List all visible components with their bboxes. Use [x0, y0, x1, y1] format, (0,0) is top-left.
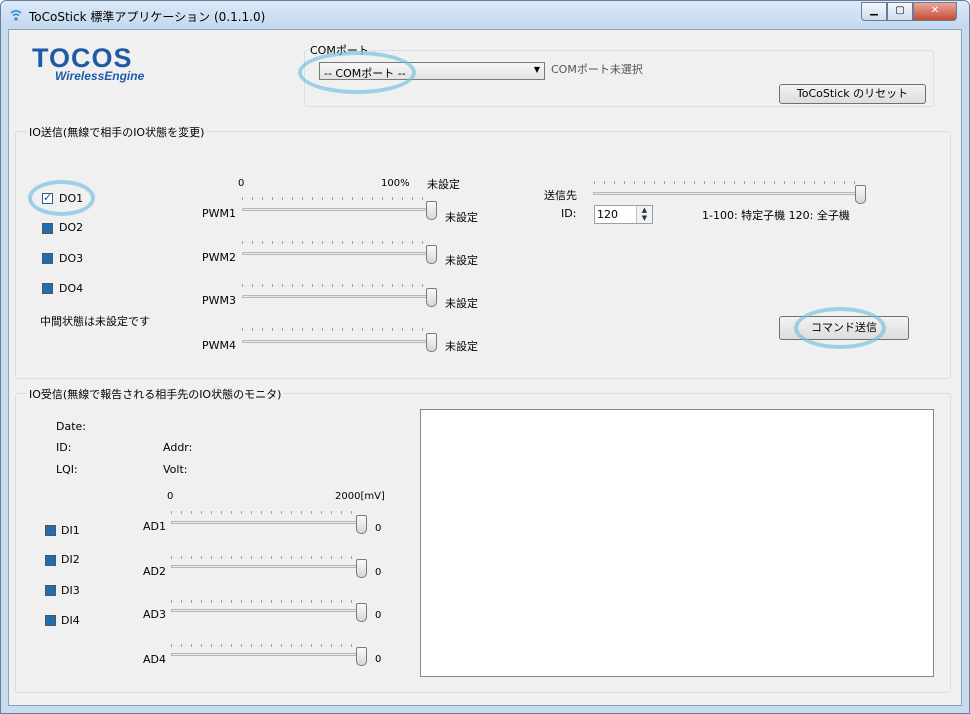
pwm1-label: PWM1 [202, 207, 236, 220]
pwm1-ticks [242, 197, 432, 200]
ad4-value: 0 [375, 654, 382, 665]
do1-highlight [28, 180, 95, 216]
ad1-slider-thumb [356, 515, 367, 534]
di3-indicator [45, 585, 56, 596]
window-title: ToCoStick 標準アプリケーション (0.1.1.0) [29, 10, 266, 24]
ad3-value: 0 [375, 610, 382, 621]
dest-id-spinner[interactable]: 120 ▲ ▼ [594, 205, 653, 224]
ad1-slider-track [171, 521, 366, 524]
do2-checkbox-box[interactable] [42, 223, 53, 234]
minimize-button[interactable]: ▁ [861, 2, 887, 21]
ad4-slider-thumb [356, 647, 367, 666]
do3-label: DO3 [59, 252, 84, 265]
send-command-highlight [794, 307, 886, 349]
ad3-label: AD3 [143, 608, 166, 621]
pwm4-status: 未設定 [445, 340, 478, 353]
pwm4-ticks [242, 328, 432, 331]
pwm2-slider-track[interactable] [242, 252, 437, 255]
destination-ticks [594, 181, 856, 184]
addr-label: Addr: [163, 441, 193, 454]
app-window: ToCoStick 標準アプリケーション (0.1.1.0) ▁ ▢ ✕ TOC… [0, 0, 970, 714]
pwm2-slider-thumb[interactable] [426, 245, 437, 264]
pwm3-slider-thumb[interactable] [426, 288, 437, 307]
pwm1-status: 未設定 [445, 211, 478, 224]
com-port-status: COMポート未選択 [551, 63, 643, 76]
di1-indicator [45, 525, 56, 536]
ad1-ticks [171, 511, 361, 514]
ad-scale-max: 2000[mV] [335, 491, 385, 502]
pwm-header-status: 未設定 [427, 178, 460, 191]
di2-indicator [45, 555, 56, 566]
tocos-logo: TOCOS [32, 43, 133, 73]
destination-slider-thumb[interactable] [855, 185, 866, 204]
pwm2-status: 未設定 [445, 254, 478, 267]
ad2-value: 0 [375, 567, 382, 578]
pwm-scale-min: 0 [238, 178, 245, 189]
pwm3-ticks [242, 284, 432, 287]
pwm2-label: PWM2 [202, 251, 236, 264]
dest-id-label: ID: [561, 207, 577, 220]
chevron-down-icon: ▼ [533, 65, 540, 74]
pwm4-slider-thumb[interactable] [426, 333, 437, 352]
di4-indicator [45, 615, 56, 626]
ad4-slider-track [171, 653, 366, 656]
pwm3-slider-track[interactable] [242, 295, 437, 298]
dest-id-hint: 1-100: 特定子機 120: 全子機 [702, 209, 850, 222]
pwm1-slider-thumb[interactable] [426, 201, 437, 220]
com-port-highlight [298, 51, 416, 94]
ad2-slider-thumb [356, 559, 367, 578]
pwm1-slider-track[interactable] [242, 208, 437, 211]
spin-down-icon[interactable]: ▼ [637, 214, 652, 222]
ad2-slider-track [171, 565, 366, 568]
ad2-label: AD2 [143, 565, 166, 578]
ad1-value: 0 [375, 523, 382, 534]
ad-scale-min: 0 [167, 491, 174, 502]
reset-button-label: ToCoStick のリセット [796, 87, 909, 100]
pwm-scale-max: 100% [381, 178, 410, 189]
ad2-ticks [171, 556, 361, 559]
maximize-icon: ▢ [895, 5, 905, 16]
lqi-label: LQI: [56, 463, 78, 476]
date-label: Date: [56, 420, 86, 433]
ad4-label: AD4 [143, 653, 166, 666]
io-send-group-label: IO送信(無線で相手のIO状態を変更) [27, 124, 207, 140]
close-icon: ✕ [930, 5, 940, 16]
intermediate-state-note: 中間状態は未設定です [40, 315, 150, 328]
minimize-icon: ▁ [870, 5, 878, 16]
io-receive-group-label: IO受信(無線で報告される相手先のIO状態のモニタ) [27, 386, 284, 402]
close-button[interactable]: ✕ [913, 2, 957, 21]
di3-label: DI3 [61, 584, 80, 597]
pwm4-slider-track[interactable] [242, 340, 437, 343]
receive-id-label: ID: [56, 441, 72, 454]
ad4-ticks [171, 644, 361, 647]
ad3-slider-track [171, 609, 366, 612]
title-bar: ToCoStick 標準アプリケーション (0.1.1.0) ▁ ▢ ✕ [1, 1, 969, 29]
pwm4-label: PWM4 [202, 339, 236, 352]
volt-label: Volt: [163, 463, 188, 476]
dest-id-value: 120 [597, 208, 618, 221]
di1-label: DI1 [61, 524, 80, 537]
pwm2-ticks [242, 241, 432, 244]
wireless-app-icon [10, 10, 22, 21]
spinner-arrows[interactable]: ▲ ▼ [636, 206, 652, 223]
di2-label: DI2 [61, 553, 80, 566]
destination-slider-track[interactable] [593, 192, 865, 195]
tocos-logo-subtitle: WirelessEngine [55, 69, 145, 83]
do4-checkbox-box[interactable] [42, 283, 53, 294]
pwm3-label: PWM3 [202, 294, 236, 307]
maximize-button[interactable]: ▢ [887, 2, 913, 21]
receive-log-textbox[interactable] [420, 409, 934, 677]
do2-label: DO2 [59, 221, 84, 234]
do4-label: DO4 [59, 282, 84, 295]
destination-label: 送信先 [544, 189, 577, 202]
main-panel: TOCOS WirelessEngine COMポート -- COMポート --… [8, 29, 962, 706]
pwm3-status: 未設定 [445, 297, 478, 310]
di4-label: DI4 [61, 614, 80, 627]
do3-checkbox-box[interactable] [42, 253, 53, 264]
tocostick-reset-button[interactable]: ToCoStick のリセット [779, 84, 926, 104]
ad3-ticks [171, 600, 361, 603]
ad3-slider-thumb [356, 603, 367, 622]
ad1-label: AD1 [143, 520, 166, 533]
spin-up-icon[interactable]: ▲ [637, 206, 652, 214]
